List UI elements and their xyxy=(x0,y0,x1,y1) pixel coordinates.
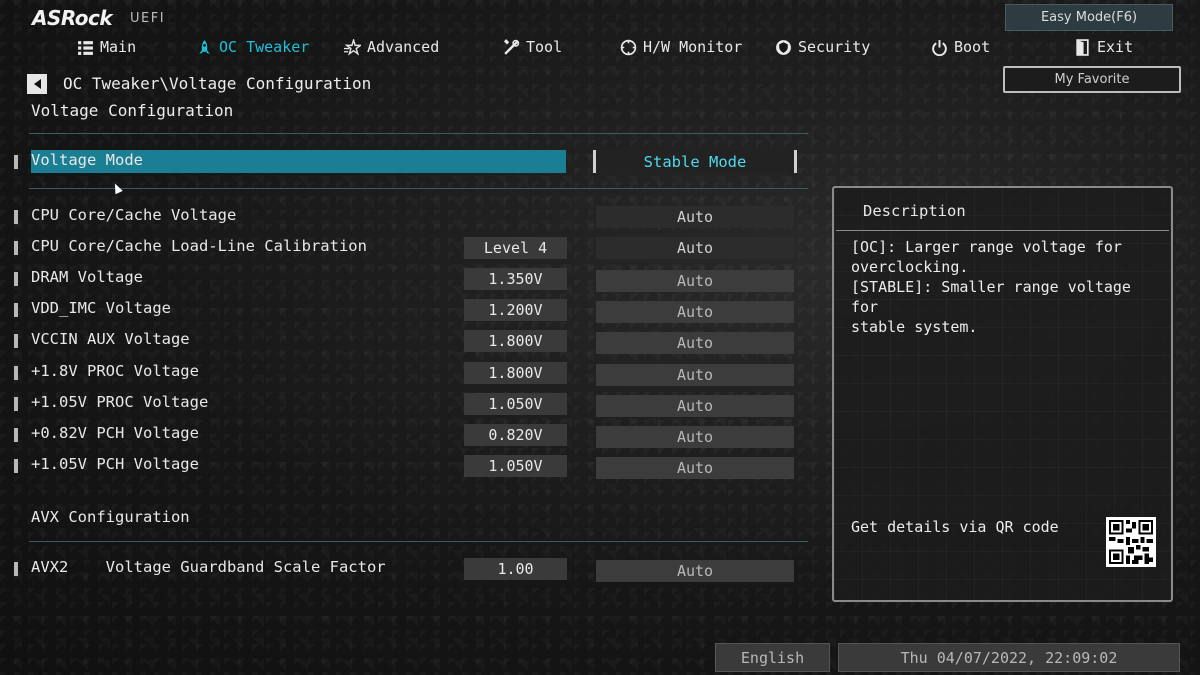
tab-advanced[interactable]: Advanced xyxy=(344,36,439,58)
row-marker xyxy=(14,155,18,169)
vdd-imc-voltage-select[interactable]: Auto xyxy=(596,301,794,323)
row-marker xyxy=(14,459,18,473)
tab-tool-label: Tool xyxy=(526,38,563,56)
avx-divider xyxy=(29,541,808,542)
tab-hw-monitor[interactable]: H/W Monitor xyxy=(620,36,742,58)
pch-1-05v-voltage-value: 1.050V xyxy=(464,455,567,477)
tools-icon xyxy=(503,38,520,56)
avx2-guardband-value: 1.00 xyxy=(464,558,567,580)
qr-code-caption: Get details via QR code xyxy=(851,518,1059,536)
pch-0-82v-voltage-select[interactable]: Auto xyxy=(596,426,794,448)
dram-voltage-select[interactable]: Auto xyxy=(596,270,794,292)
qr-code-icon xyxy=(1106,517,1156,567)
vccin-aux-voltage-label[interactable]: VCCIN AUX Voltage xyxy=(31,330,190,348)
voltage-mode-label[interactable]: Voltage Mode xyxy=(31,151,143,169)
rocket-icon xyxy=(196,39,213,56)
load-line-calibration-select[interactable]: Auto xyxy=(596,237,794,259)
description-divider xyxy=(836,230,1169,231)
tab-main[interactable]: Main xyxy=(77,36,136,58)
pch-0-82v-voltage-value: 0.820V xyxy=(464,424,567,446)
shield-icon xyxy=(775,39,792,56)
cpu-core-cache-voltage-label[interactable]: CPU Core/Cache Voltage xyxy=(31,206,236,224)
tab-hw-monitor-label: H/W Monitor xyxy=(643,38,743,56)
voltage-mode-select[interactable]: Stable Mode xyxy=(593,150,797,173)
vccin-aux-voltage-select[interactable]: Auto xyxy=(596,332,794,354)
dram-voltage-label[interactable]: DRAM Voltage xyxy=(31,268,143,286)
description-title: Description xyxy=(863,202,966,220)
row-marker xyxy=(14,334,18,348)
language-button[interactable]: English xyxy=(715,643,830,672)
uefi-label: UEFI xyxy=(130,11,166,26)
power-icon xyxy=(931,39,948,56)
load-line-calibration-label[interactable]: CPU Core/Cache Load-Line Calibration xyxy=(31,237,367,255)
tab-main-label: Main xyxy=(100,38,137,56)
tab-security-label: Security xyxy=(798,38,871,56)
top-divider xyxy=(29,133,808,134)
description-text: [OC]: Larger range voltage for overclock… xyxy=(851,238,1131,336)
avx2-guardband-select[interactable]: Auto xyxy=(596,560,794,582)
row-marker xyxy=(14,303,18,317)
tab-boot-label: Boot xyxy=(954,38,991,56)
breadcrumb: OC Tweaker\Voltage Configuration xyxy=(63,74,372,93)
proc-1-05v-voltage-value: 1.050V xyxy=(464,393,567,415)
pch-1-05v-voltage-label[interactable]: +1.05V PCH Voltage xyxy=(31,455,199,473)
tab-advanced-label: Advanced xyxy=(367,38,440,56)
back-arrow-icon xyxy=(33,79,41,89)
tab-security[interactable]: Security xyxy=(775,36,870,58)
proc-1-05v-voltage-select[interactable]: Auto xyxy=(596,395,794,417)
dram-voltage-value: 1.350V xyxy=(464,268,567,290)
load-line-calibration-value: Level 4 xyxy=(464,237,567,259)
row-marker xyxy=(14,397,18,411)
page-title: Voltage Configuration xyxy=(31,101,234,120)
pch-0-82v-voltage-label[interactable]: +0.82V PCH Voltage xyxy=(31,424,199,442)
vccin-aux-voltage-value: 1.800V xyxy=(464,330,567,352)
proc-1-8v-voltage-label[interactable]: +1.8V PROC Voltage xyxy=(31,362,199,380)
row-marker xyxy=(14,428,18,442)
row-marker xyxy=(14,562,18,576)
tab-boot[interactable]: Boot xyxy=(931,36,990,58)
easy-mode-button[interactable]: Easy Mode(F6) xyxy=(1005,4,1173,31)
vdd-imc-voltage-value: 1.200V xyxy=(464,299,567,321)
main-list-icon xyxy=(77,39,94,56)
tab-exit[interactable]: Exit xyxy=(1074,36,1133,58)
advanced-star-icon xyxy=(344,38,361,56)
vdd-imc-voltage-label[interactable]: VDD_IMC Voltage xyxy=(31,299,171,317)
proc-1-8v-voltage-value: 1.800V xyxy=(464,362,567,384)
cpu-core-cache-voltage-select[interactable]: Auto xyxy=(596,206,794,228)
tab-exit-label: Exit xyxy=(1097,38,1134,56)
exit-door-icon xyxy=(1074,38,1091,56)
datetime-display[interactable]: Thu 04/07/2022, 22:09:02 xyxy=(838,643,1180,672)
monitor-gauge-icon xyxy=(620,39,637,56)
tab-oc-tweaker[interactable]: OC Tweaker xyxy=(196,36,309,58)
row-marker xyxy=(14,241,18,255)
avx-configuration-title: AVX Configuration xyxy=(31,508,190,526)
proc-1-05v-voltage-label[interactable]: +1.05V PROC Voltage xyxy=(31,393,208,411)
mode-divider xyxy=(29,188,808,189)
asrock-logo: ASRock xyxy=(32,6,113,30)
row-marker xyxy=(14,210,18,224)
row-marker xyxy=(14,366,18,380)
back-button[interactable] xyxy=(27,74,47,94)
my-favorite-button[interactable]: My Favorite xyxy=(1003,66,1181,93)
row-marker xyxy=(14,272,18,286)
avx2-guardband-label[interactable]: AVX2 Voltage Guardband Scale Factor xyxy=(31,558,386,576)
proc-1-8v-voltage-select[interactable]: Auto xyxy=(596,364,794,386)
tab-oc-tweaker-label: OC Tweaker xyxy=(219,38,310,56)
mouse-cursor-icon xyxy=(111,181,123,195)
tab-tool[interactable]: Tool xyxy=(503,36,562,58)
pch-1-05v-voltage-select[interactable]: Auto xyxy=(596,457,794,479)
